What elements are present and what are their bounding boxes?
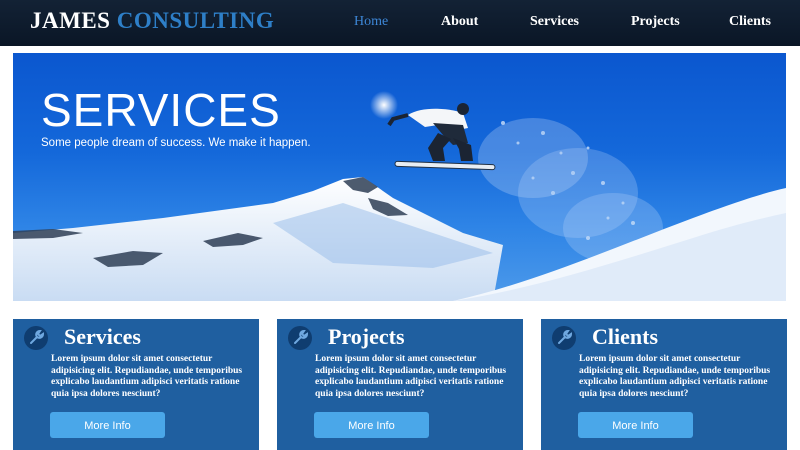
content-frame: SERVICES Some people dream of success. W…: [0, 46, 800, 450]
more-info-button[interactable]: More Info: [314, 412, 429, 438]
brand-word-1: JAMES: [30, 8, 111, 33]
wrench-icon: [552, 326, 576, 350]
card-text: Lorem ipsum dolor sit amet consectetur a…: [579, 354, 771, 399]
card-clients: Clients Lorem ipsum dolor sit amet conse…: [541, 319, 787, 450]
card-text: Lorem ipsum dolor sit amet consectetur a…: [51, 354, 243, 399]
more-info-button[interactable]: More Info: [578, 412, 693, 438]
hero-subtitle: Some people dream of success. We make it…: [41, 137, 311, 149]
nav-item-about[interactable]: About: [441, 14, 478, 30]
card-projects: Projects Lorem ipsum dolor sit amet cons…: [277, 319, 523, 450]
card-title: Clients: [592, 324, 658, 349]
card-title: Services: [64, 324, 141, 349]
card-text: Lorem ipsum dolor sit amet consectetur a…: [315, 354, 507, 399]
card-services: Services Lorem ipsum dolor sit amet cons…: [13, 319, 259, 450]
site-header: JAMES CONSULTING Home About Services Pro…: [0, 0, 800, 46]
card-title: Projects: [328, 324, 405, 349]
brand-logo[interactable]: JAMES CONSULTING: [30, 8, 274, 34]
nav-item-projects[interactable]: Projects: [631, 14, 680, 30]
hero-banner: SERVICES Some people dream of success. W…: [13, 53, 786, 301]
wrench-icon: [24, 326, 48, 350]
nav-item-services[interactable]: Services: [530, 14, 579, 30]
nav-item-home[interactable]: Home: [354, 14, 388, 30]
sun-glare: [370, 91, 398, 119]
wrench-icon: [288, 326, 312, 350]
more-info-button[interactable]: More Info: [50, 412, 165, 438]
nav-item-clients[interactable]: Clients: [729, 14, 771, 30]
brand-word-2: CONSULTING: [116, 8, 275, 33]
hero-title: SERVICES: [41, 84, 281, 136]
